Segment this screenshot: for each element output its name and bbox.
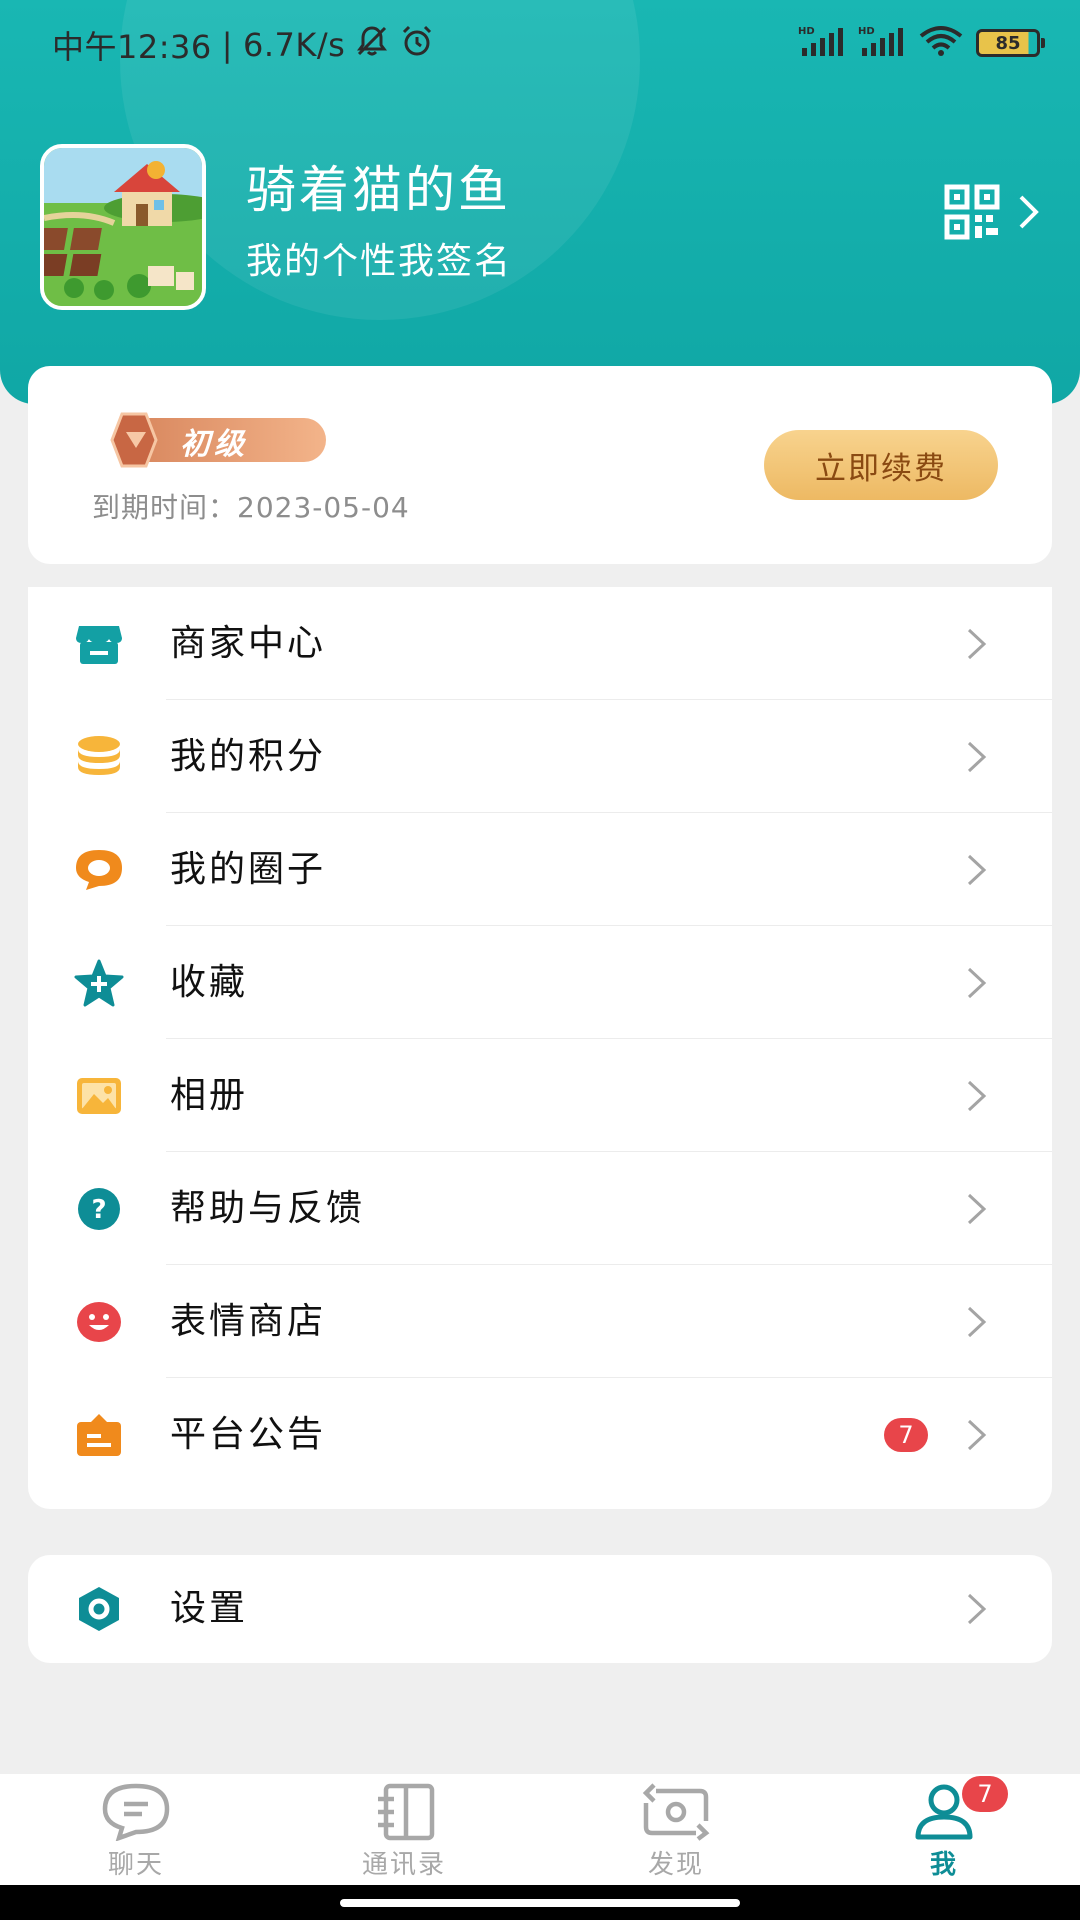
smile-icon [74, 1297, 124, 1347]
alarm-icon [399, 23, 435, 67]
battery-level: 85 [995, 32, 1021, 54]
menu-item-sticker-store[interactable]: 表情商店 [28, 1265, 1052, 1378]
menu-list: 商家中心 我的积分 我的圈子 收藏 相册 ? 帮助与反馈 表情商店 平台公告 7 [28, 587, 1052, 1509]
vip-expire-date: 到期时间：2023-05-04 [92, 491, 410, 524]
chevron-right-icon [966, 1079, 988, 1113]
help-icon: ? [74, 1184, 124, 1234]
renew-button[interactable]: 立即续费 [764, 430, 998, 500]
menu-item-label: 我的积分 [170, 736, 327, 777]
discover-icon [640, 1782, 712, 1842]
signal-hd-icon: HD [798, 24, 846, 62]
svg-text:HD: HD [798, 26, 815, 37]
menu-item-my-circle[interactable]: 我的圈子 [28, 813, 1052, 926]
star-icon [74, 958, 124, 1008]
chevron-right-icon [966, 627, 988, 661]
tab-me[interactable]: 我 7 [864, 1776, 1024, 1882]
signal-hd-icon: HD [858, 24, 906, 62]
settings-card: 设置 [28, 1555, 1052, 1663]
coins-icon [74, 732, 124, 782]
status-network-speed: 6.7K/s [243, 26, 346, 64]
status-time: 中午12:36 [52, 28, 212, 66]
status-separator: | [221, 26, 234, 64]
status-bar: 中午12:36 | 6.7K/s HD HD 85 [0, 18, 1080, 68]
unread-badge: 7 [884, 1418, 928, 1452]
qr-code-entry[interactable] [944, 184, 1040, 244]
menu-item-settings[interactable]: 设置 [28, 1555, 1052, 1663]
profile-summary[interactable]: 骑着猫的鱼 我的个性我签名 [40, 144, 1040, 314]
chevron-right-icon [966, 740, 988, 774]
tab-label: 我 [929, 1850, 958, 1880]
chevron-right-icon[interactable] [1018, 194, 1040, 234]
menu-item-label: 表情商店 [170, 1301, 327, 1342]
chat-icon [100, 1782, 172, 1842]
contacts-icon [368, 1782, 440, 1842]
tab-contacts[interactable]: 通讯录 [324, 1782, 484, 1882]
chevron-right-icon [966, 1418, 988, 1452]
menu-item-album[interactable]: 相册 [28, 1039, 1052, 1152]
menu-item-my-points[interactable]: 我的积分 [28, 700, 1052, 813]
farm-game-avatar [44, 148, 202, 306]
menu-item-label: 收藏 [170, 962, 249, 1003]
tab-chat[interactable]: 聊天 [56, 1782, 216, 1882]
profile-signature: 我的个性我签名 [246, 241, 513, 282]
menu-item-label: 平台公告 [170, 1414, 327, 1455]
menu-item-label: 帮助与反馈 [170, 1188, 366, 1229]
chevron-right-icon [966, 1592, 988, 1626]
notice-icon [74, 1410, 124, 1460]
svg-text:?: ? [91, 1195, 106, 1225]
qr-code-icon[interactable] [944, 184, 1000, 244]
bottom-tab-bar: 聊天 通讯录 发现 我 7 [0, 1774, 1080, 1885]
chevron-right-icon [966, 966, 988, 1000]
home-indicator[interactable] [340, 1899, 740, 1907]
avatar[interactable] [40, 144, 206, 310]
menu-item-label: 商家中心 [170, 623, 327, 664]
menu-item-merchant-center[interactable]: 商家中心 [28, 587, 1052, 700]
menu-item-favorites[interactable]: 收藏 [28, 926, 1052, 1039]
chat-bubble-icon [74, 845, 124, 895]
unread-badge: 7 [962, 1776, 1008, 1812]
menu-item-label: 设置 [170, 1588, 249, 1629]
svg-text:HD: HD [858, 26, 875, 37]
menu-item-help-feedback[interactable]: ? 帮助与反馈 [28, 1152, 1052, 1265]
menu-item-label: 我的圈子 [170, 849, 327, 890]
store-icon [74, 619, 124, 669]
tab-label: 聊天 [107, 1850, 164, 1880]
mute-icon [355, 24, 389, 66]
menu-item-announcements[interactable]: 平台公告 7 [28, 1378, 1052, 1491]
chevron-right-icon [966, 1305, 988, 1339]
battery-icon: 85 [976, 29, 1045, 57]
profile-name: 骑着猫的鱼 [246, 161, 511, 219]
tab-discover[interactable]: 发现 [596, 1782, 756, 1882]
vip-level-label: 初级 [180, 427, 248, 462]
menu-item-label: 相册 [170, 1075, 249, 1116]
tab-label: 发现 [647, 1850, 704, 1880]
settings-icon [74, 1584, 124, 1634]
wifi-icon [918, 24, 964, 62]
photo-icon [74, 1071, 124, 1121]
chevron-right-icon [966, 853, 988, 887]
chevron-right-icon [966, 1192, 988, 1226]
membership-card: 初级 到期时间：2023-05-04 立即续费 [28, 366, 1052, 564]
vip-level-badge: 初级 [96, 412, 328, 468]
tab-label: 通讯录 [361, 1850, 446, 1880]
